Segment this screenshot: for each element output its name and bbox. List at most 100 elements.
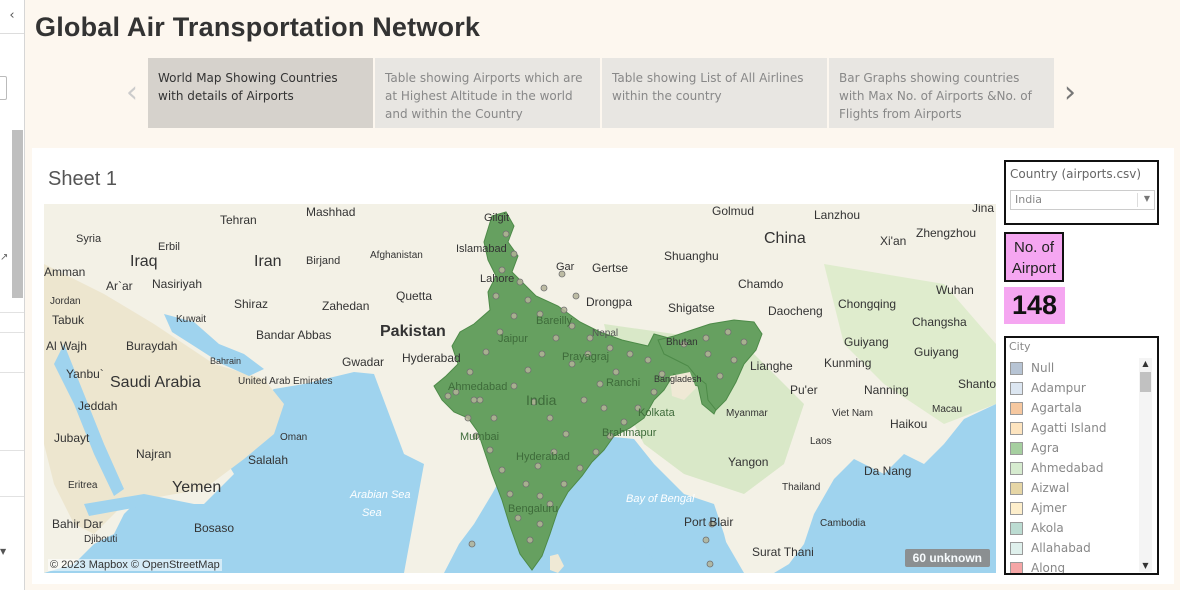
map-label-city: Thailand <box>782 482 820 493</box>
legend-swatch <box>1010 361 1023 375</box>
map-label-city: Quetta <box>396 289 432 303</box>
map-label-city: Wuhan <box>936 283 974 297</box>
map-label-city: Jaipur <box>498 333 528 345</box>
map-canvas[interactable]: Tehran Mashhad Syria Erbil Birjand Afgha… <box>44 204 996 573</box>
side-pane-edge: ‹ ↗ ▼ <box>0 0 25 590</box>
map-label-city: Daocheng <box>768 304 823 318</box>
map-label-city: Afghanistan <box>370 250 423 261</box>
map-label-city: Viet Nam <box>832 408 873 419</box>
legend-item[interactable]: Adampur <box>1009 378 1143 398</box>
map-label-city: Eritrea <box>68 480 98 491</box>
legend-item[interactable]: Agatti Island <box>1009 418 1143 438</box>
legend-item[interactable]: Ahmedabad <box>1009 458 1143 478</box>
dropdown-caret-icon[interactable]: ▼ <box>1144 194 1150 203</box>
map-label-city: Syria <box>76 233 102 245</box>
map-label-city: Myanmar <box>726 408 768 419</box>
map-label-city: Surat Thani <box>752 545 814 559</box>
map-label-city: Al Wajh <box>46 339 87 353</box>
legend-swatch <box>1010 481 1023 495</box>
map-label-city: Kolkata <box>638 407 676 419</box>
dropdown-caret-icon[interactable]: ▼ <box>0 547 6 556</box>
legend-item[interactable]: Agra <box>1009 438 1143 458</box>
map-label-city: Gilgit <box>484 212 509 224</box>
map-label-city: Kunming <box>824 356 871 370</box>
map-label-city: Nepal <box>592 328 618 339</box>
story-navigator: ‹ World Map Showing Countries with detai… <box>118 58 1090 128</box>
map-label-country: Saudi Arabia <box>110 374 201 391</box>
map-label-city: Bahrain <box>210 356 241 366</box>
legend-item[interactable]: Along <box>1009 558 1143 573</box>
divider <box>0 450 24 451</box>
map-label-city: Lahore <box>480 273 514 285</box>
map-label-city: Shigatse <box>668 301 715 315</box>
legend-scrollbar[interactable]: ▲ ▼ <box>1139 358 1152 572</box>
airport-map[interactable]: Tehran Mashhad Syria Erbil Birjand Afgha… <box>44 204 996 573</box>
legend-item[interactable]: Null <box>1009 358 1143 378</box>
map-label-city: Chamdo <box>738 277 784 291</box>
legend-swatch <box>1010 421 1023 435</box>
country-select[interactable]: India ▼ <box>1010 190 1155 210</box>
legend-swatch <box>1010 541 1023 555</box>
divider <box>0 496 24 497</box>
dashboard-title: Global Air Transportation Network <box>35 12 481 42</box>
map-label-city: Lianghe <box>750 359 793 373</box>
map-label-city: Prayagraj <box>562 351 609 363</box>
map-label-city: Gwadar <box>342 355 384 369</box>
legend-item[interactable]: Ajmer <box>1009 498 1143 518</box>
scroll-down-arrow-icon[interactable]: ▼ <box>1139 560 1152 572</box>
unknown-locations-badge[interactable]: 60 unknown <box>904 549 990 567</box>
map-label-city: Bahir Dar <box>52 517 103 531</box>
country-filter-label: Country (airports.csv) <box>1010 167 1142 181</box>
legend-swatch <box>1010 561 1023 573</box>
legend-item-label: Agartala <box>1031 401 1082 415</box>
legend-swatch <box>1010 441 1023 455</box>
map-label-city: Brahmapur <box>602 427 657 439</box>
map-label-country: Iran <box>254 253 282 270</box>
map-label-city: Zhengzhou <box>916 226 976 240</box>
previous-story-point-chevron-icon[interactable]: ‹ <box>120 78 144 110</box>
story-point-highest-altitude[interactable]: Table showing Airports which are at High… <box>375 58 600 128</box>
map-label-city: Gertse <box>592 261 628 275</box>
collapse-pane-chevron-icon[interactable]: ‹ <box>0 0 24 34</box>
legend-swatch <box>1010 461 1023 475</box>
map-label-city: Tabuk <box>52 313 85 327</box>
map-label-city: Bosaso <box>194 521 234 535</box>
city-legend-title: City <box>1009 340 1031 353</box>
map-label-city: Najran <box>136 447 171 461</box>
legend-item-label: Ajmer <box>1031 501 1067 515</box>
map-attribution[interactable]: © 2023 Mapbox © OpenStreetMap <box>48 559 222 571</box>
map-label-city: Cambodia <box>820 518 866 529</box>
legend-item-label: Aizwal <box>1031 481 1070 495</box>
next-story-point-chevron-icon[interactable]: › <box>1058 78 1082 110</box>
map-label-city: Shanto <box>958 377 996 391</box>
map-label-city: Nanning <box>864 383 909 397</box>
country-filter: Country (airports.csv) India ▼ <box>1004 160 1159 225</box>
sheet-title: Sheet 1 <box>48 168 117 190</box>
legend-item[interactable]: Akola <box>1009 518 1143 538</box>
legend-item[interactable]: Agartala <box>1009 398 1143 418</box>
legend-item[interactable]: Aizwal <box>1009 478 1143 498</box>
scroll-up-arrow-icon[interactable]: ▲ <box>1139 358 1152 370</box>
map-label-city: Bangladesh <box>654 374 702 384</box>
external-link-icon[interactable]: ↗ <box>0 252 8 263</box>
map-label-city: Ranchi <box>606 377 640 389</box>
map-label-city: Jubayt <box>54 431 90 445</box>
airport-count-value: 148 <box>1004 287 1065 324</box>
side-pane-scrollbar[interactable] <box>12 130 23 298</box>
map-label-city: Haikou <box>890 417 927 431</box>
map-label-country: China <box>764 230 806 247</box>
legend-item[interactable]: Allahabad <box>1009 538 1143 558</box>
map-label-city: Changsha <box>912 315 967 329</box>
map-label-city: Ahmedabad <box>448 381 507 393</box>
legend-item-label: Akola <box>1031 521 1064 535</box>
story-point-airlines[interactable]: Table showing List of All Airlines withi… <box>602 58 827 128</box>
story-point-world-map[interactable]: World Map Showing Countries with details… <box>148 58 373 128</box>
map-label-city: Macau <box>932 404 962 415</box>
story-point-bar-graphs[interactable]: Bar Graphs showing countries with Max No… <box>829 58 1054 128</box>
map-label-city: Yangon <box>728 455 768 469</box>
map-label-city: Da Nang <box>864 464 911 478</box>
divider <box>1137 193 1138 207</box>
side-pane-input-edge[interactable] <box>0 76 7 100</box>
scrollbar-thumb[interactable] <box>1140 372 1151 392</box>
map-label-water: Sea <box>362 507 382 519</box>
